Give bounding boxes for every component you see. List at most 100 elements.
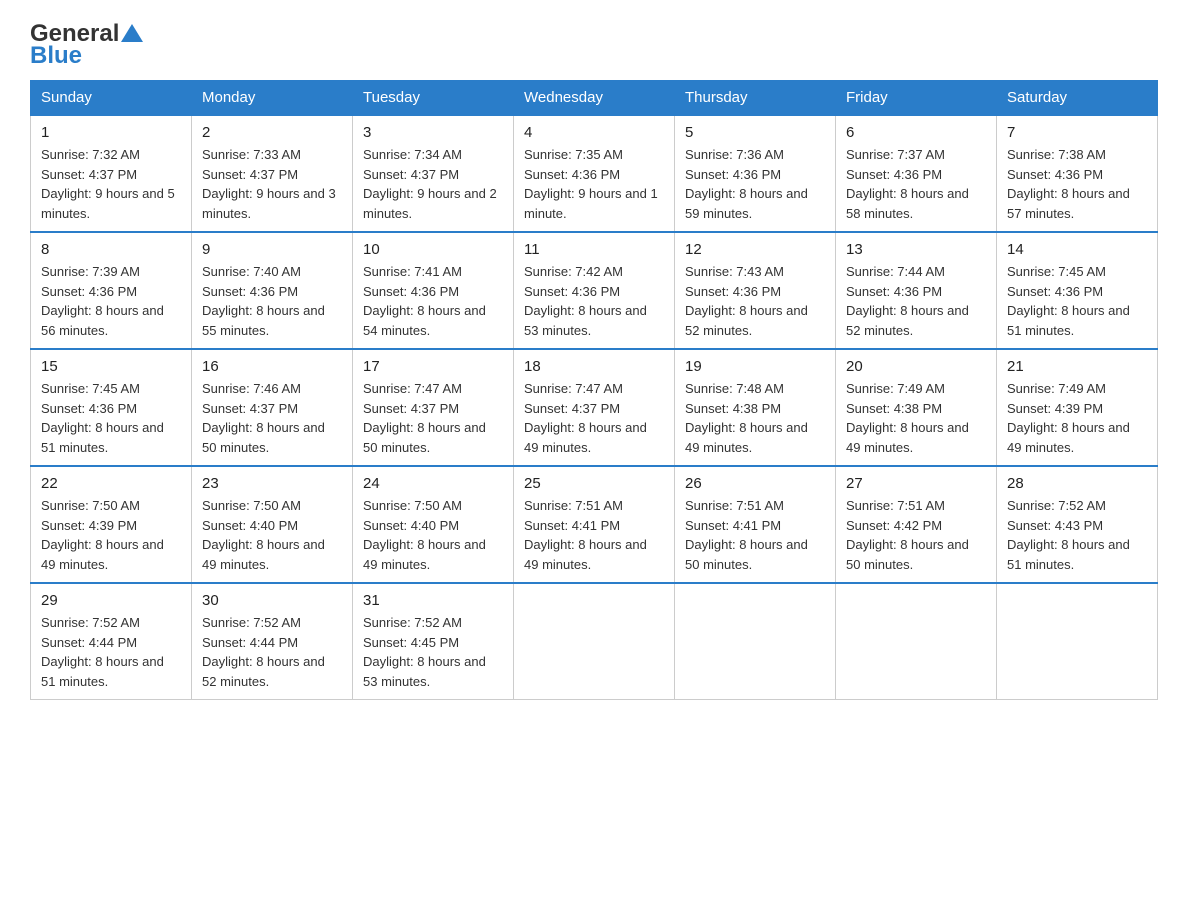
day-number: 15	[41, 358, 181, 375]
day-info: Sunrise: 7:51 AMSunset: 4:41 PMDaylight:…	[685, 496, 825, 574]
day-info: Sunrise: 7:51 AMSunset: 4:42 PMDaylight:…	[846, 496, 986, 574]
weekday-header-saturday: Saturday	[997, 81, 1158, 116]
calendar-cell: 22 Sunrise: 7:50 AMSunset: 4:39 PMDaylig…	[31, 466, 192, 583]
weekday-header-tuesday: Tuesday	[353, 81, 514, 116]
calendar-cell: 30 Sunrise: 7:52 AMSunset: 4:44 PMDaylig…	[192, 583, 353, 700]
day-info: Sunrise: 7:42 AMSunset: 4:36 PMDaylight:…	[524, 262, 664, 340]
day-info: Sunrise: 7:52 AMSunset: 4:44 PMDaylight:…	[41, 613, 181, 691]
calendar-cell: 20 Sunrise: 7:49 AMSunset: 4:38 PMDaylig…	[836, 349, 997, 466]
day-info: Sunrise: 7:35 AMSunset: 4:36 PMDaylight:…	[524, 145, 664, 223]
calendar-cell: 24 Sunrise: 7:50 AMSunset: 4:40 PMDaylig…	[353, 466, 514, 583]
day-number: 25	[524, 475, 664, 492]
day-info: Sunrise: 7:52 AMSunset: 4:44 PMDaylight:…	[202, 613, 342, 691]
calendar-cell	[514, 583, 675, 700]
calendar-cell: 31 Sunrise: 7:52 AMSunset: 4:45 PMDaylig…	[353, 583, 514, 700]
calendar-cell: 5 Sunrise: 7:36 AMSunset: 4:36 PMDayligh…	[675, 115, 836, 232]
day-info: Sunrise: 7:45 AMSunset: 4:36 PMDaylight:…	[41, 379, 181, 457]
calendar-cell: 3 Sunrise: 7:34 AMSunset: 4:37 PMDayligh…	[353, 115, 514, 232]
day-number: 28	[1007, 475, 1147, 492]
calendar-cell: 27 Sunrise: 7:51 AMSunset: 4:42 PMDaylig…	[836, 466, 997, 583]
day-info: Sunrise: 7:50 AMSunset: 4:39 PMDaylight:…	[41, 496, 181, 574]
day-number: 9	[202, 241, 342, 258]
calendar-cell: 10 Sunrise: 7:41 AMSunset: 4:36 PMDaylig…	[353, 232, 514, 349]
day-number: 16	[202, 358, 342, 375]
logo-blue: Blue	[30, 42, 82, 70]
day-info: Sunrise: 7:48 AMSunset: 4:38 PMDaylight:…	[685, 379, 825, 457]
calendar-cell	[997, 583, 1158, 700]
day-info: Sunrise: 7:52 AMSunset: 4:43 PMDaylight:…	[1007, 496, 1147, 574]
day-number: 21	[1007, 358, 1147, 375]
calendar-cell: 23 Sunrise: 7:50 AMSunset: 4:40 PMDaylig…	[192, 466, 353, 583]
calendar-cell: 1 Sunrise: 7:32 AMSunset: 4:37 PMDayligh…	[31, 115, 192, 232]
day-number: 29	[41, 592, 181, 609]
logo: General Blue	[30, 20, 143, 70]
page-header: General Blue	[30, 20, 1158, 70]
day-info: Sunrise: 7:49 AMSunset: 4:38 PMDaylight:…	[846, 379, 986, 457]
day-info: Sunrise: 7:43 AMSunset: 4:36 PMDaylight:…	[685, 262, 825, 340]
logo-icon	[121, 22, 143, 44]
calendar-table: SundayMondayTuesdayWednesdayThursdayFrid…	[30, 80, 1158, 700]
day-number: 19	[685, 358, 825, 375]
day-info: Sunrise: 7:45 AMSunset: 4:36 PMDaylight:…	[1007, 262, 1147, 340]
calendar-cell: 26 Sunrise: 7:51 AMSunset: 4:41 PMDaylig…	[675, 466, 836, 583]
calendar-cell: 15 Sunrise: 7:45 AMSunset: 4:36 PMDaylig…	[31, 349, 192, 466]
day-info: Sunrise: 7:52 AMSunset: 4:45 PMDaylight:…	[363, 613, 503, 691]
day-info: Sunrise: 7:38 AMSunset: 4:36 PMDaylight:…	[1007, 145, 1147, 223]
day-number: 14	[1007, 241, 1147, 258]
week-row-4: 22 Sunrise: 7:50 AMSunset: 4:39 PMDaylig…	[31, 466, 1158, 583]
calendar-cell: 4 Sunrise: 7:35 AMSunset: 4:36 PMDayligh…	[514, 115, 675, 232]
weekday-header-monday: Monday	[192, 81, 353, 116]
day-info: Sunrise: 7:49 AMSunset: 4:39 PMDaylight:…	[1007, 379, 1147, 457]
day-number: 12	[685, 241, 825, 258]
calendar-cell	[675, 583, 836, 700]
day-number: 11	[524, 241, 664, 258]
day-number: 26	[685, 475, 825, 492]
calendar-cell: 29 Sunrise: 7:52 AMSunset: 4:44 PMDaylig…	[31, 583, 192, 700]
week-row-3: 15 Sunrise: 7:45 AMSunset: 4:36 PMDaylig…	[31, 349, 1158, 466]
day-number: 20	[846, 358, 986, 375]
day-number: 2	[202, 124, 342, 141]
day-info: Sunrise: 7:34 AMSunset: 4:37 PMDaylight:…	[363, 145, 503, 223]
day-number: 22	[41, 475, 181, 492]
day-number: 24	[363, 475, 503, 492]
calendar-cell: 6 Sunrise: 7:37 AMSunset: 4:36 PMDayligh…	[836, 115, 997, 232]
day-info: Sunrise: 7:47 AMSunset: 4:37 PMDaylight:…	[524, 379, 664, 457]
calendar-cell: 21 Sunrise: 7:49 AMSunset: 4:39 PMDaylig…	[997, 349, 1158, 466]
week-row-1: 1 Sunrise: 7:32 AMSunset: 4:37 PMDayligh…	[31, 115, 1158, 232]
calendar-cell: 11 Sunrise: 7:42 AMSunset: 4:36 PMDaylig…	[514, 232, 675, 349]
day-number: 5	[685, 124, 825, 141]
calendar-cell	[836, 583, 997, 700]
day-info: Sunrise: 7:41 AMSunset: 4:36 PMDaylight:…	[363, 262, 503, 340]
day-info: Sunrise: 7:44 AMSunset: 4:36 PMDaylight:…	[846, 262, 986, 340]
day-info: Sunrise: 7:46 AMSunset: 4:37 PMDaylight:…	[202, 379, 342, 457]
calendar-cell: 9 Sunrise: 7:40 AMSunset: 4:36 PMDayligh…	[192, 232, 353, 349]
calendar-cell: 14 Sunrise: 7:45 AMSunset: 4:36 PMDaylig…	[997, 232, 1158, 349]
calendar-cell: 8 Sunrise: 7:39 AMSunset: 4:36 PMDayligh…	[31, 232, 192, 349]
day-info: Sunrise: 7:40 AMSunset: 4:36 PMDaylight:…	[202, 262, 342, 340]
calendar-cell: 13 Sunrise: 7:44 AMSunset: 4:36 PMDaylig…	[836, 232, 997, 349]
calendar-cell: 17 Sunrise: 7:47 AMSunset: 4:37 PMDaylig…	[353, 349, 514, 466]
calendar-cell: 7 Sunrise: 7:38 AMSunset: 4:36 PMDayligh…	[997, 115, 1158, 232]
day-info: Sunrise: 7:39 AMSunset: 4:36 PMDaylight:…	[41, 262, 181, 340]
day-info: Sunrise: 7:50 AMSunset: 4:40 PMDaylight:…	[363, 496, 503, 574]
calendar-header-row: SundayMondayTuesdayWednesdayThursdayFrid…	[31, 81, 1158, 116]
weekday-header-sunday: Sunday	[31, 81, 192, 116]
day-number: 30	[202, 592, 342, 609]
day-number: 7	[1007, 124, 1147, 141]
day-number: 4	[524, 124, 664, 141]
day-number: 27	[846, 475, 986, 492]
weekday-header-thursday: Thursday	[675, 81, 836, 116]
day-number: 23	[202, 475, 342, 492]
day-number: 1	[41, 124, 181, 141]
calendar-cell: 19 Sunrise: 7:48 AMSunset: 4:38 PMDaylig…	[675, 349, 836, 466]
calendar-cell: 2 Sunrise: 7:33 AMSunset: 4:37 PMDayligh…	[192, 115, 353, 232]
day-number: 13	[846, 241, 986, 258]
calendar-cell: 18 Sunrise: 7:47 AMSunset: 4:37 PMDaylig…	[514, 349, 675, 466]
day-info: Sunrise: 7:47 AMSunset: 4:37 PMDaylight:…	[363, 379, 503, 457]
day-number: 3	[363, 124, 503, 141]
day-number: 17	[363, 358, 503, 375]
day-number: 31	[363, 592, 503, 609]
calendar-cell: 12 Sunrise: 7:43 AMSunset: 4:36 PMDaylig…	[675, 232, 836, 349]
calendar-cell: 25 Sunrise: 7:51 AMSunset: 4:41 PMDaylig…	[514, 466, 675, 583]
week-row-5: 29 Sunrise: 7:52 AMSunset: 4:44 PMDaylig…	[31, 583, 1158, 700]
